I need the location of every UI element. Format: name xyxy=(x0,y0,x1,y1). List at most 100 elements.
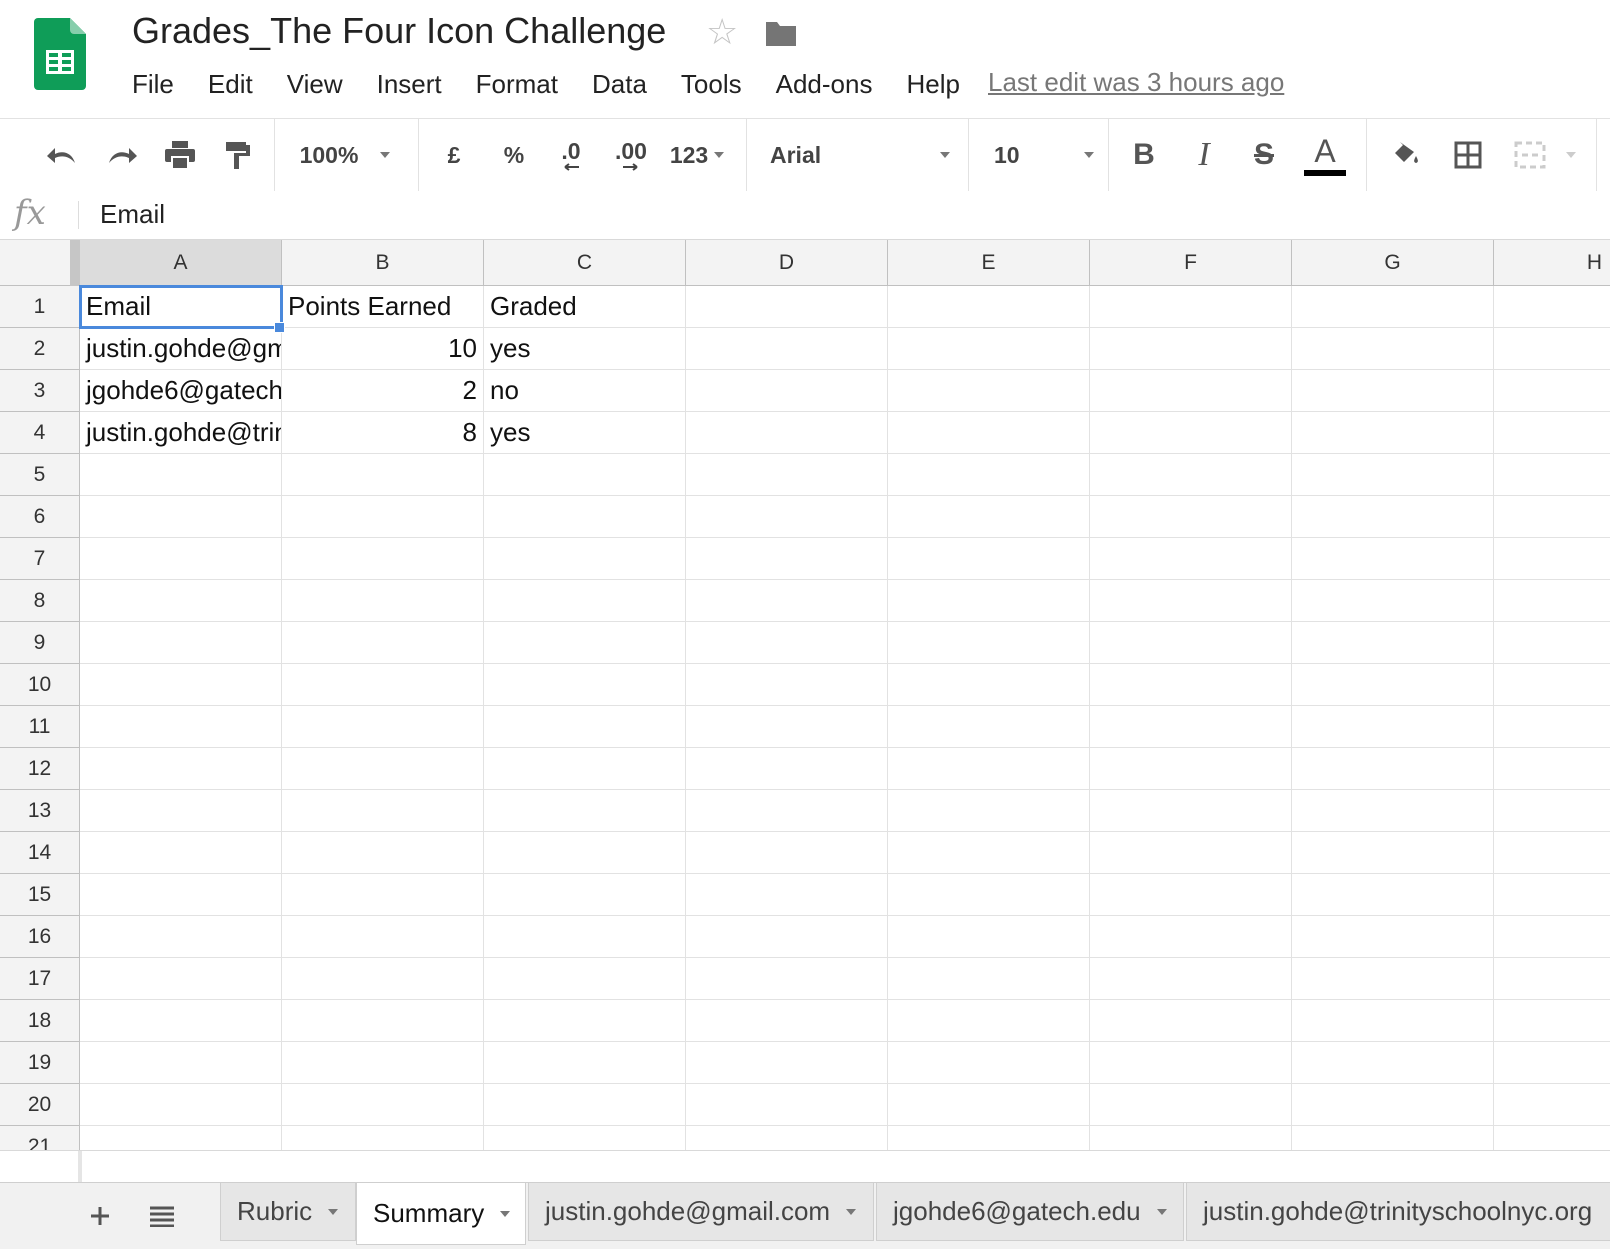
menu-edit[interactable]: Edit xyxy=(208,69,253,100)
empty-cell[interactable] xyxy=(484,538,686,580)
menu-tools[interactable]: Tools xyxy=(681,69,742,100)
empty-cell[interactable] xyxy=(1494,790,1610,832)
cell-a1[interactable]: Email xyxy=(79,285,283,329)
empty-cell[interactable] xyxy=(282,496,484,538)
empty-cell[interactable] xyxy=(686,748,888,790)
empty-cell[interactable] xyxy=(1090,706,1292,748)
formula-input[interactable]: Email xyxy=(100,199,165,230)
cell-b4[interactable]: 8 xyxy=(282,412,484,454)
menu-file[interactable]: File xyxy=(132,69,174,100)
empty-cell[interactable] xyxy=(1494,748,1610,790)
all-sheets-button[interactable] xyxy=(144,1183,180,1249)
empty-cell[interactable] xyxy=(888,1084,1090,1126)
row-header-6[interactable]: 6 xyxy=(0,496,80,538)
row-header-5[interactable]: 5 xyxy=(0,454,80,496)
empty-cell[interactable] xyxy=(888,790,1090,832)
empty-cell[interactable] xyxy=(282,580,484,622)
cell-b3[interactable]: 2 xyxy=(282,370,484,412)
empty-cell[interactable] xyxy=(1292,790,1494,832)
menu-add-ons[interactable]: Add-ons xyxy=(776,69,873,100)
empty-cell[interactable] xyxy=(80,664,282,706)
cell-a4[interactable]: justin.gohde@trinityschoolnyc.org xyxy=(80,412,282,454)
empty-cell[interactable] xyxy=(888,748,1090,790)
empty-cell[interactable] xyxy=(1090,748,1292,790)
empty-cell[interactable] xyxy=(1090,580,1292,622)
empty-cell[interactable] xyxy=(1494,874,1610,916)
column-header-e[interactable]: E xyxy=(888,240,1090,286)
empty-cell[interactable] xyxy=(686,496,888,538)
empty-cell[interactable] xyxy=(1494,958,1610,1000)
empty-cell[interactable] xyxy=(282,874,484,916)
empty-cell[interactable] xyxy=(686,1084,888,1126)
empty-cell[interactable] xyxy=(686,286,888,328)
cell-c2[interactable]: yes xyxy=(484,328,686,370)
empty-cell[interactable] xyxy=(1090,958,1292,1000)
empty-cell[interactable] xyxy=(484,790,686,832)
empty-cell[interactable] xyxy=(1090,790,1292,832)
empty-cell[interactable] xyxy=(1292,538,1494,580)
empty-cell[interactable] xyxy=(80,496,282,538)
star-icon[interactable]: ☆ xyxy=(706,12,738,52)
document-title[interactable]: Grades_The Four Icon Challenge xyxy=(132,10,666,52)
empty-cell[interactable] xyxy=(888,454,1090,496)
empty-cell[interactable] xyxy=(1494,664,1610,706)
empty-cell[interactable] xyxy=(686,790,888,832)
empty-cell[interactable] xyxy=(282,832,484,874)
menu-format[interactable]: Format xyxy=(476,69,558,100)
empty-cell[interactable] xyxy=(1494,706,1610,748)
empty-cell[interactable] xyxy=(484,1084,686,1126)
empty-cell[interactable] xyxy=(1494,622,1610,664)
empty-cell[interactable] xyxy=(686,916,888,958)
currency-format-button[interactable]: £ xyxy=(434,119,474,191)
empty-cell[interactable] xyxy=(282,1042,484,1084)
row-header-20[interactable]: 20 xyxy=(0,1084,80,1126)
empty-cell[interactable] xyxy=(1494,1042,1610,1084)
empty-cell[interactable] xyxy=(80,1126,282,1150)
empty-cell[interactable] xyxy=(1292,1126,1494,1150)
row-header-17[interactable]: 17 xyxy=(0,958,80,1000)
empty-cell[interactable] xyxy=(484,496,686,538)
empty-cell[interactable] xyxy=(888,580,1090,622)
horizontal-scrollbar[interactable] xyxy=(0,1150,1610,1183)
column-header-g[interactable]: G xyxy=(1292,240,1494,286)
cell-a2[interactable]: justin.gohde@gmail.com xyxy=(80,328,282,370)
empty-cell[interactable] xyxy=(1090,1126,1292,1150)
empty-cell[interactable] xyxy=(1494,580,1610,622)
empty-cell[interactable] xyxy=(1292,706,1494,748)
empty-cell[interactable] xyxy=(282,622,484,664)
chevron-down-icon[interactable] xyxy=(500,1210,511,1217)
column-header-c[interactable]: C xyxy=(484,240,686,286)
sheet-tab-summary[interactable]: Summary xyxy=(356,1183,526,1245)
sheet-tab-gatech[interactable]: jgohde6@gatech.edu xyxy=(876,1183,1184,1241)
empty-cell[interactable] xyxy=(484,580,686,622)
empty-cell[interactable] xyxy=(888,958,1090,1000)
empty-cell[interactable] xyxy=(686,1126,888,1150)
cell-c1[interactable]: Graded xyxy=(484,286,686,328)
empty-cell[interactable] xyxy=(1292,958,1494,1000)
menu-view[interactable]: View xyxy=(287,69,343,100)
cell-a3[interactable]: jgohde6@gatech.edu xyxy=(80,370,282,412)
empty-cell[interactable] xyxy=(888,1126,1090,1150)
cell-b1[interactable]: Points Earned xyxy=(282,286,484,328)
empty-cell[interactable] xyxy=(80,790,282,832)
empty-cell[interactable] xyxy=(1494,538,1610,580)
empty-cell[interactable] xyxy=(1090,874,1292,916)
row-header-2[interactable]: 2 xyxy=(0,328,80,370)
empty-cell[interactable] xyxy=(484,1000,686,1042)
empty-cell[interactable] xyxy=(1090,496,1292,538)
empty-cell[interactable] xyxy=(888,916,1090,958)
empty-cell[interactable] xyxy=(1292,496,1494,538)
column-header-d[interactable]: D xyxy=(686,240,888,286)
empty-cell[interactable] xyxy=(282,538,484,580)
empty-cell[interactable] xyxy=(686,1000,888,1042)
sheets-logo-icon[interactable] xyxy=(34,18,86,90)
empty-cell[interactable] xyxy=(1090,1042,1292,1084)
empty-cell[interactable] xyxy=(686,874,888,916)
empty-cell[interactable] xyxy=(1090,1084,1292,1126)
cell-c4[interactable]: yes xyxy=(484,412,686,454)
empty-cell[interactable] xyxy=(1494,1000,1610,1042)
empty-cell[interactable] xyxy=(1292,1000,1494,1042)
empty-cell[interactable] xyxy=(282,916,484,958)
frozen-rows-handle[interactable] xyxy=(70,240,80,286)
folder-icon[interactable] xyxy=(764,20,798,48)
